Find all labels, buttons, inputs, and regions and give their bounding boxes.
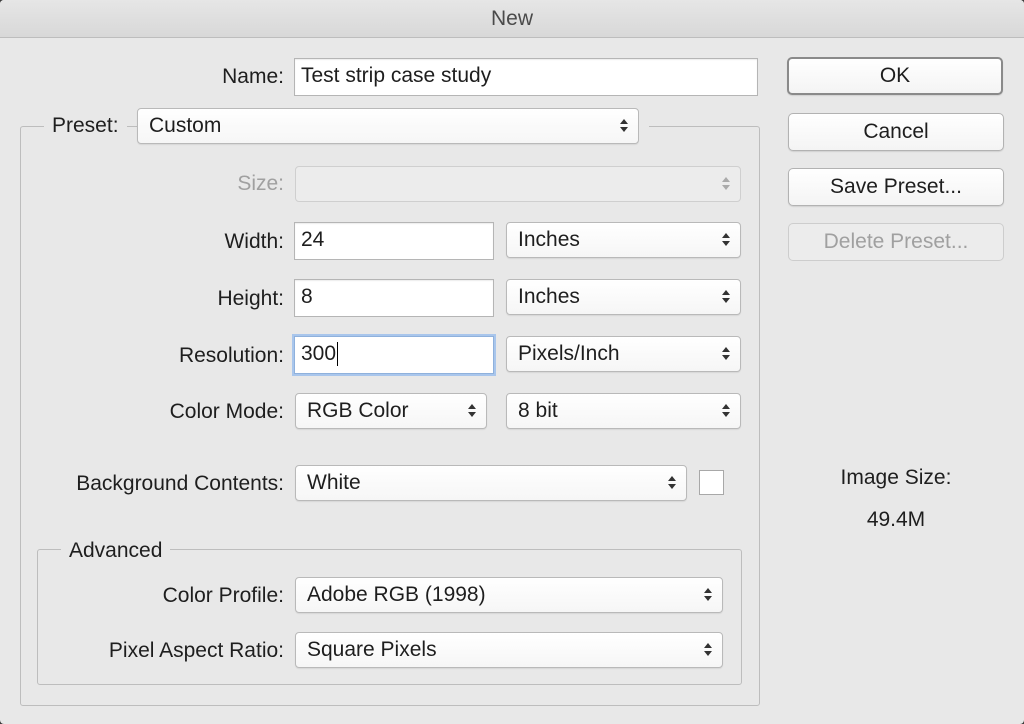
- width-input[interactable]: 24: [294, 222, 494, 260]
- width-unit-select[interactable]: Inches: [506, 222, 741, 258]
- ok-button[interactable]: OK: [787, 57, 1003, 95]
- color-profile-value: Adobe RGB (1998): [307, 583, 486, 606]
- preset-value: Custom: [149, 114, 222, 137]
- resolution-unit-value: Pixels/Inch: [518, 342, 620, 365]
- preset-select[interactable]: Custom: [137, 108, 639, 144]
- width-unit-arrows-icon: [722, 223, 731, 257]
- name-input[interactable]: Test strip case study: [294, 58, 758, 96]
- window-title: New: [0, 0, 1024, 38]
- resolution-input[interactable]: 300: [294, 336, 494, 374]
- color-profile-label: Color Profile:: [162, 584, 284, 607]
- color-mode-label: Color Mode:: [169, 400, 284, 423]
- bit-depth-arrows-icon: [722, 394, 731, 428]
- image-size-value: 49.4M: [866, 508, 926, 531]
- preset-select-arrows-icon: [620, 109, 629, 143]
- background-color-swatch[interactable]: [699, 470, 724, 495]
- pixel-aspect-ratio-value: Square Pixels: [307, 638, 437, 661]
- resolution-value: 300: [301, 342, 337, 365]
- pixel-aspect-ratio-arrows-icon: [704, 633, 713, 667]
- advanced-group-title: Advanced: [61, 536, 171, 566]
- background-contents-value: White: [307, 471, 361, 494]
- color-mode-value: RGB Color: [307, 399, 409, 422]
- cancel-button[interactable]: Cancel: [788, 113, 1004, 151]
- color-profile-arrows-icon: [704, 578, 713, 612]
- height-input[interactable]: 8: [294, 279, 494, 317]
- preset-label: Preset:: [44, 108, 127, 144]
- resolution-unit-arrows-icon: [722, 337, 731, 371]
- delete-preset-button: Delete Preset...: [788, 223, 1004, 261]
- size-select: [295, 166, 741, 202]
- resolution-unit-select[interactable]: Pixels/Inch: [506, 336, 741, 372]
- bit-depth-select[interactable]: 8 bit: [506, 393, 741, 429]
- height-unit-select[interactable]: Inches: [506, 279, 741, 315]
- size-select-arrows-icon: [722, 167, 731, 201]
- height-label: Height:: [217, 287, 284, 310]
- resolution-label: Resolution:: [178, 344, 284, 367]
- new-document-dialog: New Name: Test strip case study Preset: …: [0, 0, 1024, 724]
- background-contents-select[interactable]: White: [295, 465, 687, 501]
- size-label: Size:: [237, 172, 284, 195]
- height-unit-arrows-icon: [722, 280, 731, 314]
- width-unit-value: Inches: [518, 228, 580, 251]
- save-preset-button[interactable]: Save Preset...: [788, 168, 1004, 206]
- pixel-aspect-ratio-select[interactable]: Square Pixels: [295, 632, 723, 668]
- color-profile-select[interactable]: Adobe RGB (1998): [295, 577, 723, 613]
- preset-group-gap: [639, 108, 649, 144]
- bit-depth-value: 8 bit: [518, 399, 558, 422]
- text-caret: [337, 342, 339, 367]
- background-contents-label: Background Contents:: [76, 472, 284, 495]
- background-contents-arrows-icon: [668, 466, 677, 500]
- color-mode-select[interactable]: RGB Color: [295, 393, 487, 429]
- name-label: Name:: [222, 65, 284, 88]
- image-size-label: Image Size:: [840, 466, 952, 489]
- height-unit-value: Inches: [518, 285, 580, 308]
- pixel-aspect-ratio-label: Pixel Aspect Ratio:: [108, 639, 284, 662]
- color-mode-arrows-icon: [468, 394, 477, 428]
- width-label: Width:: [224, 230, 284, 253]
